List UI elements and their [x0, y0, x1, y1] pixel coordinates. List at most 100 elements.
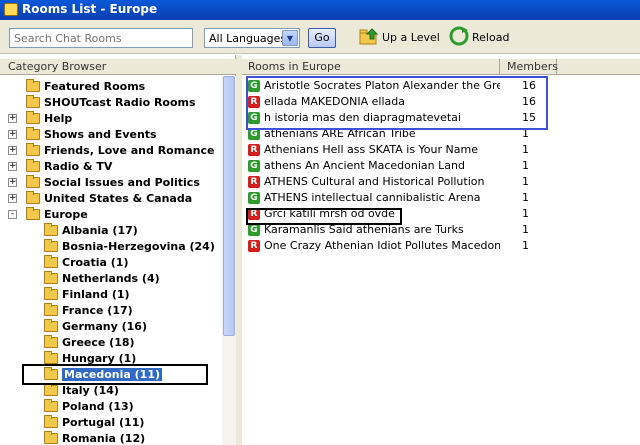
- column-header-members[interactable]: Members: [501, 59, 558, 75]
- tree-item-label: Poland (13): [62, 400, 134, 413]
- expand-icon[interactable]: +: [8, 146, 17, 155]
- highlight-box-black: [246, 208, 402, 225]
- selection-highlight-box: [22, 364, 208, 385]
- tree-item[interactable]: Portugal (11): [0, 415, 220, 431]
- tree-item[interactable]: + Friends, Love and Romance: [0, 143, 220, 159]
- folder-icon: [44, 431, 58, 444]
- tree-item-label: Croatia (1): [62, 256, 129, 269]
- tree-item-label: Bosnia-Herzegovina (24): [62, 240, 215, 253]
- restricted-rating-icon: R: [248, 240, 260, 252]
- expand-icon[interactable]: +: [8, 162, 17, 171]
- room-members-count: 1: [522, 159, 529, 172]
- tree-item[interactable]: Romania (12): [0, 431, 220, 445]
- room-name: One Crazy Athenian Idiot Pollutes Macedo…: [264, 239, 500, 252]
- folder-icon: [26, 159, 40, 172]
- tree-item[interactable]: Bosnia-Herzegovina (24): [0, 239, 220, 255]
- tree-item[interactable]: France (17): [0, 303, 220, 319]
- tree-item[interactable]: - Europe: [0, 207, 220, 223]
- tree-item[interactable]: Croatia (1): [0, 255, 220, 271]
- room-row[interactable]: G ATHENS intellectual cannibalistic Arena…: [246, 190, 556, 206]
- tree-item[interactable]: + Help: [0, 111, 220, 127]
- column-header-room[interactable]: Rooms in Europe: [242, 59, 500, 75]
- category-browser-header: Category Browser: [0, 59, 236, 75]
- folder-icon: [44, 223, 58, 236]
- tree-item-label: Europe: [44, 208, 88, 221]
- expand-icon[interactable]: +: [8, 130, 17, 139]
- tree-item-label: Shows and Events: [44, 128, 157, 141]
- room-name: ATHENS intellectual cannibalistic Arena: [264, 191, 481, 204]
- folder-icon: [44, 415, 58, 428]
- folder-icon: [26, 207, 40, 220]
- tree-item[interactable]: Netherlands (4): [0, 271, 220, 287]
- collapse-icon[interactable]: -: [8, 210, 17, 219]
- tree-item-label: Help: [44, 112, 73, 125]
- folder-icon: [44, 335, 58, 348]
- tree-item-label: Albania (17): [62, 224, 138, 237]
- tree-item[interactable]: Finland (1): [0, 287, 220, 303]
- tree-item-label: Social Issues and Politics: [44, 176, 200, 189]
- tree-item[interactable]: Poland (13): [0, 399, 220, 415]
- category-tree: Featured Rooms SHOUTcast Radio Rooms + Help…: [0, 76, 222, 445]
- tree-item-label: Netherlands (4): [62, 272, 160, 285]
- folder-icon: [44, 303, 58, 316]
- chevron-down-icon[interactable]: ▼: [282, 30, 298, 46]
- folder-icon: [44, 239, 58, 252]
- room-name: Athenians Hell ass SKATA is Your Name: [264, 143, 478, 156]
- folder-icon: [26, 95, 40, 108]
- tree-item[interactable]: + Social Issues and Politics: [0, 175, 220, 191]
- folder-icon: [26, 79, 40, 92]
- expand-icon[interactable]: +: [8, 114, 17, 123]
- folder-icon: [44, 319, 58, 332]
- tree-item[interactable]: + Shows and Events: [0, 127, 220, 143]
- tree-item[interactable]: Italy (14): [0, 383, 220, 399]
- folder-icon: [44, 271, 58, 284]
- room-row[interactable]: R One Crazy Athenian Idiot Pollutes Maced…: [246, 238, 556, 254]
- tree-scrollbar[interactable]: [222, 76, 236, 445]
- tree-item[interactable]: Albania (17): [0, 223, 220, 239]
- tree-item-label: Finland (1): [62, 288, 130, 301]
- tree-scrollbar-thumb[interactable]: [223, 76, 235, 336]
- tree-item[interactable]: Greece (18): [0, 335, 220, 351]
- room-row[interactable]: Gathens An Ancient Macedonian Land 1: [246, 158, 556, 174]
- room-row[interactable]: R ATHENS Cultural and Historical Pollutio…: [246, 174, 556, 190]
- language-select-value: All Languages: [209, 32, 287, 45]
- tree-item[interactable]: + Radio & TV: [0, 159, 220, 175]
- room-members-count: 1: [522, 175, 529, 188]
- tree-item-label: Germany (16): [62, 320, 147, 333]
- app-icon: [4, 3, 18, 16]
- folder-icon: [44, 399, 58, 412]
- general-rating-icon: G: [248, 160, 260, 172]
- general-rating-icon: G: [248, 192, 260, 204]
- room-members-count: 1: [522, 223, 529, 236]
- tree-item[interactable]: + United States & Canada: [0, 191, 220, 207]
- expand-icon[interactable]: +: [8, 178, 17, 187]
- tree-item-label: Romania (12): [62, 432, 146, 445]
- highlight-box-blue: [246, 76, 548, 130]
- tree-item-label: Greece (18): [62, 336, 135, 349]
- go-button[interactable]: Go: [308, 28, 336, 48]
- tree-item-label: United States & Canada: [44, 192, 193, 205]
- tree-item[interactable]: Featured Rooms: [0, 79, 220, 95]
- reload-icon: [449, 26, 469, 46]
- search-input[interactable]: [9, 28, 193, 48]
- room-name: athens An Ancient Macedonian Land: [264, 159, 465, 172]
- up-level-label: Up a Level: [382, 31, 440, 44]
- restricted-rating-icon: R: [248, 144, 260, 156]
- toolbar: All Languages ▼ Go Up a Level Reload: [0, 20, 640, 54]
- tree-item-label: Portugal (11): [62, 416, 145, 429]
- tree-item-label: Italy (14): [62, 384, 119, 397]
- folder-icon: [44, 383, 58, 396]
- tree-item-label: Featured Rooms: [44, 80, 146, 93]
- language-select[interactable]: All Languages ▼: [204, 28, 300, 48]
- room-members-count: 1: [522, 191, 529, 204]
- tree-item[interactable]: Germany (16): [0, 319, 220, 335]
- room-members-count: 1: [522, 239, 529, 252]
- folder-icon: [26, 175, 40, 188]
- tree-item-label: Radio & TV: [44, 160, 113, 173]
- expand-icon[interactable]: +: [8, 194, 17, 203]
- rooms-list: Rooms in Europe Members G Aristotle Socra…: [242, 55, 640, 445]
- room-row[interactable]: R Athenians Hell ass SKATA is Your Name 1: [246, 142, 556, 158]
- folder-icon: [26, 111, 40, 124]
- reload-button[interactable]: Reload: [448, 25, 509, 49]
- tree-item[interactable]: SHOUTcast Radio Rooms: [0, 95, 220, 111]
